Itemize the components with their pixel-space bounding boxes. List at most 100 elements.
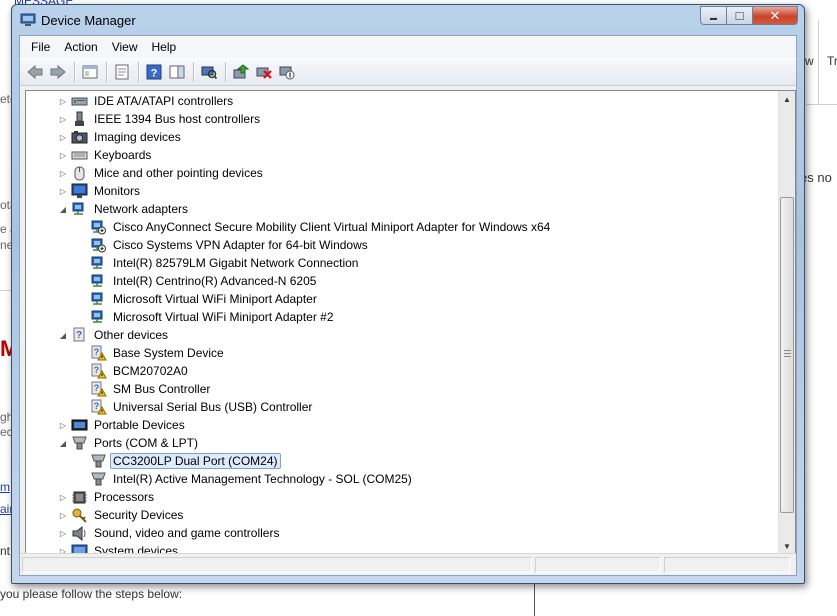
forward-button[interactable]: [47, 61, 69, 83]
scan-hardware-button[interactable]: [198, 61, 220, 83]
tree-device-row[interactable]: Intel(R) 82579LM Gigabit Network Connect…: [77, 254, 361, 272]
tree-device-row[interactable]: ? BCM20702A0: [77, 362, 191, 380]
portable-device-icon: [71, 419, 88, 431]
caption-buttons: ▬ □ ✕: [700, 6, 798, 25]
scroll-up-button[interactable]: ▲: [779, 91, 795, 108]
tree-item-label: Ports (COM & LPT): [94, 436, 199, 450]
tree-item-label: Processors: [94, 490, 155, 504]
ide-controller-icon: [71, 97, 88, 106]
properties-button[interactable]: [111, 61, 133, 83]
background-divider: [534, 584, 535, 616]
expand-arrow-icon[interactable]: ▷: [58, 164, 68, 182]
toolbar: ?: [20, 58, 796, 86]
port-icon: [91, 472, 106, 486]
tree-device-row[interactable]: Microsoft Virtual WiFi Miniport Adapter …: [77, 308, 337, 326]
tree-item-label: Other devices: [94, 328, 169, 342]
device-tree[interactable]: ▲ ▼ ▷ IDE ATA/ATAPI controllers ▷ IEEE 1394…: [25, 90, 796, 556]
mouse-icon: [74, 166, 85, 181]
scrollbar-thumb[interactable]: [780, 197, 794, 513]
collapse-arrow-icon[interactable]: ◢: [58, 434, 68, 452]
maximize-button[interactable]: □: [727, 6, 753, 25]
tree-category-row[interactable]: ◢? Other devices: [58, 326, 171, 344]
scroll-up-icon: ▲: [783, 95, 791, 104]
menu-view[interactable]: View: [105, 37, 145, 57]
tree-item-label: IDE ATA/ATAPI controllers: [94, 94, 234, 108]
menu-file[interactable]: File: [24, 37, 57, 57]
tree-item-label: Imaging devices: [94, 130, 181, 144]
tree-device-row[interactable]: Intel(R) Active Management Technology - …: [77, 470, 415, 488]
tree-category-row[interactable]: ▷ Monitors: [58, 182, 143, 200]
tree-device-row[interactable]: CC3200LP Dual Port (COM24): [77, 452, 281, 470]
background-instructions-text: you please follow the steps below:: [0, 587, 183, 601]
status-pane-secondary: [535, 557, 661, 573]
vertical-scrollbar[interactable]: ▲ ▼: [778, 91, 795, 555]
toolbar-separator: [106, 62, 107, 82]
security-device-icon: [72, 508, 87, 523]
svg-text:?: ?: [94, 401, 100, 411]
menu-help[interactable]: Help: [145, 37, 184, 57]
background-divider: [0, 290, 11, 291]
tree-device-row[interactable]: Intel(R) Centrino(R) Advanced-N 6205: [77, 272, 319, 290]
toolbar-separator: [193, 62, 194, 82]
expand-arrow-icon[interactable]: ▷: [58, 182, 68, 200]
update-driver-button[interactable]: [230, 61, 252, 83]
expand-arrow-icon[interactable]: ▷: [58, 92, 68, 110]
background-text-fragment: Tr: [827, 54, 837, 68]
tree-category-row[interactable]: ▷ Keyboards: [58, 146, 154, 164]
tree-item-label: Universal Serial Bus (USB) Controller: [113, 400, 313, 414]
tree-device-row[interactable]: ? SM Bus Controller: [77, 380, 213, 398]
tree-category-row[interactable]: ▷ Security Devices: [58, 506, 186, 524]
title-bar[interactable]: Device Manager ▬ □ ✕: [12, 5, 804, 35]
window-title: Device Manager: [41, 13, 136, 28]
tree-device-row[interactable]: ? Universal Serial Bus (USB) Controller: [77, 398, 315, 416]
expand-arrow-icon[interactable]: ▷: [58, 506, 68, 524]
menu-action[interactable]: Action: [57, 37, 104, 57]
tree-category-row[interactable]: ▷ IDE ATA/ATAPI controllers: [58, 92, 236, 110]
show-hide-console-tree-button[interactable]: [79, 61, 101, 83]
expand-arrow-icon[interactable]: ▷: [58, 128, 68, 146]
background-text-fragment: nt: [0, 544, 11, 558]
tree-category-row[interactable]: ▷ Sound, video and game controllers: [58, 524, 282, 542]
help-button[interactable]: ?: [143, 61, 165, 83]
svg-text:?: ?: [94, 365, 100, 375]
expand-arrow-icon[interactable]: ▷: [58, 524, 68, 542]
maximize-icon: □: [735, 8, 744, 23]
expand-arrow-icon[interactable]: ▷: [58, 110, 68, 128]
tree-device-row[interactable]: Microsoft Virtual WiFi Miniport Adapter: [77, 290, 320, 308]
unknown-device-icon: ?: [73, 327, 85, 342]
network-adapter-warning-icon: [91, 238, 106, 253]
collapse-arrow-icon[interactable]: ◢: [58, 326, 68, 344]
unknown-device-warning-icon: ?: [91, 363, 107, 379]
properties-icon: [115, 64, 129, 80]
tree-item-label: Intel(R) Centrino(R) Advanced-N 6205: [113, 274, 317, 288]
expand-arrow-icon[interactable]: ▷: [58, 416, 68, 434]
tree-category-row[interactable]: ▷ IEEE 1394 Bus host controllers: [58, 110, 263, 128]
tree-device-row[interactable]: Cisco AnyConnect Secure Mobility Client …: [77, 218, 553, 236]
tree-category-row[interactable]: ▷ Portable Devices: [58, 416, 188, 434]
close-button[interactable]: ✕: [753, 6, 798, 25]
tree-item-label: Base System Device: [113, 346, 224, 360]
background-divider: [806, 104, 837, 105]
back-button[interactable]: [24, 61, 46, 83]
tree-device-row[interactable]: ? Base System Device: [77, 344, 227, 362]
tree-category-row[interactable]: ▷ Imaging devices: [58, 128, 184, 146]
disable-button[interactable]: [276, 61, 298, 83]
network-adapter-icon: [91, 274, 103, 287]
close-icon: ✕: [769, 7, 781, 23]
action-pane-button[interactable]: [166, 61, 188, 83]
background-link-fragment[interactable]: m: [0, 480, 10, 494]
expand-arrow-icon[interactable]: ▷: [58, 146, 68, 164]
tree-device-row[interactable]: Cisco Systems VPN Adapter for 64-bit Win…: [77, 236, 371, 254]
uninstall-button[interactable]: [253, 61, 275, 83]
collapse-arrow-icon[interactable]: ◢: [58, 200, 68, 218]
tree-category-row[interactable]: ◢ Ports (COM & LPT): [58, 434, 201, 452]
tree-category-row[interactable]: ▷ Mice and other pointing devices: [58, 164, 266, 182]
toolbar-separator: [74, 62, 75, 82]
tree-category-row[interactable]: ◢ Network adapters: [58, 200, 191, 218]
expand-arrow-icon[interactable]: ▷: [58, 488, 68, 506]
minimize-button[interactable]: ▬: [700, 6, 727, 25]
tree-category-row[interactable]: ▷ Processors: [58, 488, 157, 506]
